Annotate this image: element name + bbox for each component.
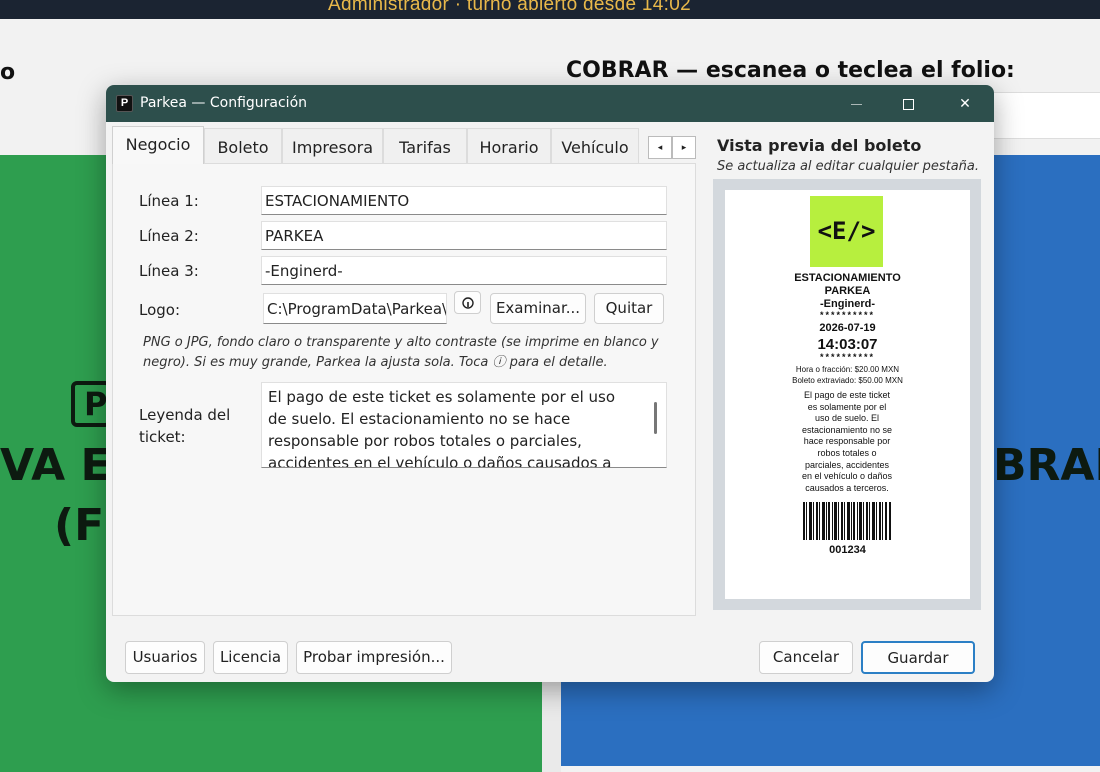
- tab-scroll-right-icon[interactable]: ▸: [672, 136, 696, 159]
- ticket-legend-line: uso de suelo. El: [814, 413, 880, 424]
- line1-label: Línea 1:: [139, 192, 199, 210]
- ticket-legend-line: robos totales o: [817, 447, 877, 458]
- ticket-logo: <E/>: [810, 196, 883, 267]
- ticket-separator-bottom: **********: [819, 352, 876, 362]
- ticket-folio: 001234: [829, 544, 866, 556]
- tab-scroll-controls: ◂ ▸: [648, 136, 696, 159]
- ticket-preview-frame: <E/> ESTACIONAMIENTO PARKEA -Enginerd- *…: [713, 179, 981, 610]
- legend-scrollbar[interactable]: [654, 402, 657, 434]
- ticket-line-2: PARKEA: [824, 285, 871, 297]
- negocio-panel: Línea 1: ESTACIONAMIENTO Línea 2: PARKEA…: [112, 163, 696, 616]
- browse-button[interactable]: Examinar...: [490, 293, 586, 324]
- close-button[interactable]: ✕: [942, 85, 988, 122]
- status-bar: Administrador · turno abierto desde 14:0…: [0, 0, 1100, 19]
- cancel-button[interactable]: Cancelar: [759, 641, 853, 674]
- tab-scroll-left-icon[interactable]: ◂: [648, 136, 672, 159]
- line2-input[interactable]: PARKEA: [261, 221, 667, 250]
- app-icon: P: [116, 95, 133, 112]
- dialog-titlebar[interactable]: P Parkea — Configuración ✕: [106, 85, 994, 122]
- info-icon: [461, 297, 474, 309]
- tab-vehiculo[interactable]: Vehículo: [551, 128, 639, 164]
- charge-panel-title: COBRAR — escanea o teclea el folio:: [566, 58, 1015, 83]
- line3-label: Línea 3:: [139, 262, 199, 280]
- folio-input[interactable]: [994, 92, 1100, 139]
- ticket-line-1: ESTACIONAMIENTO: [794, 272, 901, 284]
- dialog-title: Parkea — Configuración: [140, 95, 308, 111]
- ticket-time: 14:03:07: [817, 336, 878, 353]
- save-button[interactable]: Guardar: [861, 641, 975, 674]
- remove-logo-button[interactable]: Quitar: [594, 293, 664, 324]
- ticket-legend-line: estacionamiento no se: [801, 424, 893, 435]
- logo-label: Logo:: [139, 301, 181, 319]
- test-print-button[interactable]: Probar impresión...: [296, 641, 452, 674]
- parking-icon: P: [71, 381, 111, 427]
- ticket-legend-textarea[interactable]: El pago de este ticket es solamente por …: [261, 382, 667, 468]
- settings-dialog: P Parkea — Configuración ✕ Negocio Bolet…: [106, 85, 994, 682]
- ticket-legend: El pago de este ticket es solamente por …: [787, 390, 907, 494]
- ticket-legend-line: es solamente por el: [807, 401, 887, 412]
- tab-impresora[interactable]: Impresora: [282, 128, 383, 164]
- ticket-preview: <E/> ESTACIONAMIENTO PARKEA -Enginerd- *…: [725, 190, 970, 599]
- left-panel-title: o: [0, 60, 16, 85]
- tab-strip: Negocio Boleto Impresora Tarifas Horario…: [112, 126, 696, 164]
- ticket-legend-label-2: ticket:: [139, 428, 186, 446]
- ticket-legend-label: Leyenda del ticket:: [139, 404, 230, 448]
- line1-input[interactable]: ESTACIONAMIENTO: [261, 186, 667, 215]
- line3-input[interactable]: -Enginerd-: [261, 256, 667, 285]
- ticket-rate-lost: Boleto extraviado: $50.00 MXN: [792, 376, 903, 385]
- tab-boleto[interactable]: Boleto: [204, 128, 282, 164]
- ticket-legend-line: en el vehículo o daños: [801, 471, 893, 482]
- line2-label: Línea 2:: [139, 227, 199, 245]
- preview-subtitle: Se actualiza al editar cualquier pestaña…: [717, 159, 980, 174]
- ticket-date: 2026-07-19: [819, 322, 876, 334]
- logo-help-text: PNG o JPG, fondo claro o transparente y …: [143, 333, 663, 373]
- logo-help-line-2: negro). Si es muy grande, Parkea la ajus…: [143, 355, 608, 370]
- license-button[interactable]: Licencia: [213, 641, 288, 674]
- logo-help-line-1: PNG o JPG, fondo claro o transparente y …: [143, 335, 659, 350]
- ticket-legend-line: parciales, accidentes: [804, 459, 890, 470]
- ticket-legend-line: causados a terceros.: [805, 482, 889, 493]
- logo-info-button[interactable]: [454, 291, 481, 314]
- ticket-legend-line: hace responsable por: [803, 436, 891, 447]
- preview-title: Vista previa del boleto: [717, 136, 922, 155]
- minimize-icon: [850, 103, 862, 105]
- ticket-legend-label-1: Leyenda del: [139, 406, 231, 424]
- maximize-icon: [902, 98, 914, 110]
- close-icon: ✕: [959, 95, 971, 111]
- barcode-image: [803, 502, 891, 540]
- users-button[interactable]: Usuarios: [125, 641, 205, 674]
- ticket-rate-fraction: Hora o fracción: $20.00 MXN: [795, 365, 900, 374]
- logo-path-input[interactable]: C:\ProgramData\Parkea\: [263, 293, 447, 324]
- maximize-button[interactable]: [885, 85, 931, 122]
- tab-negocio[interactable]: Negocio: [112, 126, 204, 164]
- status-text: Administrador · turno abierto desde 14:0…: [328, 0, 691, 15]
- tab-horario[interactable]: Horario: [467, 128, 551, 164]
- tab-tarifas[interactable]: Tarifas: [383, 128, 467, 164]
- minimize-button[interactable]: [833, 85, 879, 122]
- ticket-legend-line: El pago de este ticket: [803, 390, 891, 400]
- ticket-separator-top: **********: [819, 310, 876, 320]
- charge-label: BRAR: [993, 440, 1100, 491]
